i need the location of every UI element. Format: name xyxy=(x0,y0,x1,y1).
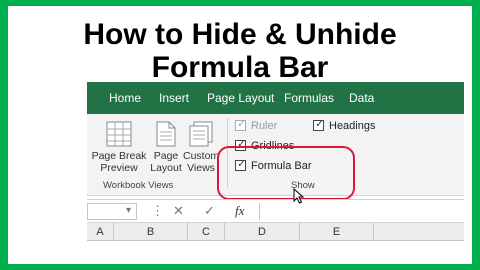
tab-insert[interactable]: Insert xyxy=(159,82,189,114)
formula-bar: ▾ ⋮ ✕ ✓ fx xyxy=(87,199,464,223)
custom-views-icon xyxy=(189,121,213,147)
ruler-checkbox-box: ✓ xyxy=(235,119,246,131)
title-line-1: How to Hide & Unhide xyxy=(83,18,397,51)
tab-data[interactable]: Data xyxy=(349,82,374,114)
ribbon-tab-bar: Home Insert Page Layout Formulas Data xyxy=(87,82,464,114)
headings-check-icon: ✓ xyxy=(315,119,324,130)
workbook-views-group-label: Workbook Views xyxy=(103,180,174,191)
page-layout-label-1: Page xyxy=(153,150,179,162)
custom-views-label-2: Views xyxy=(187,162,215,174)
column-header-b[interactable]: B xyxy=(114,223,188,241)
formula-bar-highlight xyxy=(217,146,355,200)
name-box-dropdown-icon[interactable]: ▾ xyxy=(126,202,131,220)
page-break-preview-icon xyxy=(106,121,132,147)
custom-views-label-1: Custom xyxy=(183,150,220,162)
column-header-blank[interactable] xyxy=(374,223,464,241)
headings-label: Headings xyxy=(329,120,376,132)
worksheet-grid[interactable] xyxy=(87,241,464,258)
headings-checkbox-box: ✓ xyxy=(313,119,324,131)
ruler-check-icon: ✓ xyxy=(237,119,246,130)
page-layout-label-2: Layout xyxy=(150,162,182,174)
page-break-preview-label-2: Preview xyxy=(100,162,138,174)
tab-formulas[interactable]: Formulas xyxy=(284,82,334,114)
column-header-d[interactable]: D xyxy=(225,223,300,241)
name-box[interactable]: ▾ xyxy=(87,203,137,220)
tab-home[interactable]: Home xyxy=(109,82,141,114)
page-layout-icon xyxy=(156,121,176,147)
column-header-a[interactable]: A xyxy=(87,223,114,241)
insert-function-icon[interactable]: fx xyxy=(235,202,244,220)
headings-checkbox[interactable]: ✓ Headings xyxy=(313,119,393,133)
tab-page-layout[interactable]: Page Layout xyxy=(207,82,274,114)
title-line-2: Formula Bar xyxy=(151,51,329,84)
page-break-preview-label-1: Page Break xyxy=(91,150,147,162)
ruler-checkbox[interactable]: ✓ Ruler xyxy=(235,119,295,133)
mouse-cursor-icon xyxy=(293,188,305,204)
ruler-label: Ruler xyxy=(251,120,278,132)
cancel-icon[interactable]: ✕ xyxy=(173,202,184,220)
page-layout-button[interactable]: Page Layout xyxy=(149,120,183,174)
column-header-e[interactable]: E xyxy=(300,223,374,241)
enter-icon[interactable]: ✓ xyxy=(204,202,215,220)
page-break-preview-button[interactable]: Page Break Preview xyxy=(89,120,149,174)
formula-input[interactable] xyxy=(259,203,464,220)
column-header-c[interactable]: C xyxy=(188,223,225,241)
custom-views-button[interactable]: Custom Views xyxy=(183,120,219,174)
more-options-icon[interactable]: ⋮ xyxy=(151,202,164,220)
column-headers: A B C D E xyxy=(87,223,464,241)
